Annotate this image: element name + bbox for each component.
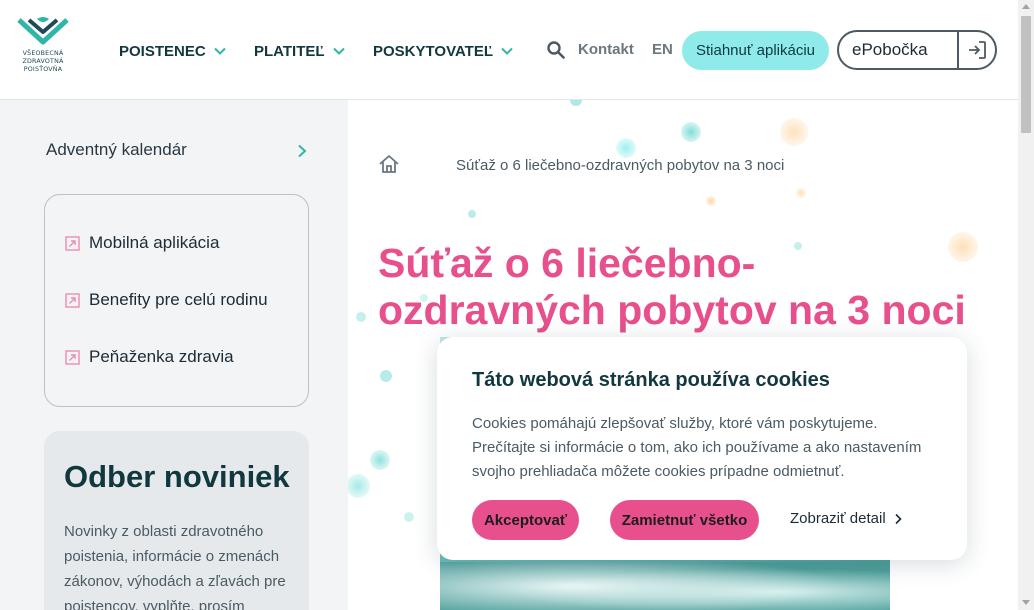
download-app-button[interactable]: Stiahnuť aplikáciu (682, 31, 829, 70)
external-link-icon (65, 235, 80, 251)
epobocka-login[interactable]: ePobočka (837, 30, 997, 70)
breadcrumb-current: Súťaž o 6 liečebno-ozdravných pobytov na… (456, 157, 785, 174)
cookie-detail-label: Zobraziť detail (790, 510, 886, 527)
decor-dot (570, 100, 582, 106)
reject-cookies-button[interactable]: Zamietnuť všetko (610, 500, 759, 540)
cookie-dialog: Táto webová stránka používa cookies Cook… (437, 337, 967, 560)
page-scrollbar[interactable] (1018, 0, 1034, 610)
nav-platitel-label: PLATITEĽ (254, 42, 325, 60)
link-label: Mobilná aplikácia (89, 233, 220, 252)
link-label: Peňaženka zdravia (89, 347, 234, 366)
vszp-logo[interactable]: VŠEOBECNÁ ZDRAVOTNÁ POISŤOVŇA (16, 16, 70, 82)
sidebar: Adventný kalendár Mobilná aplikácia Bene… (0, 100, 348, 610)
chevron-right-icon (895, 513, 902, 524)
cookie-text: Cookies pomáhajú zlepšovať služby, ktoré… (472, 415, 922, 480)
login-icon[interactable] (959, 32, 995, 68)
chevron-right-icon[interactable] (296, 144, 308, 158)
nav-poistenec-label: POISTENEC (119, 42, 206, 60)
accept-cookies-button[interactable]: Akceptovať (472, 500, 579, 540)
chevron-down-icon (213, 47, 226, 55)
nav-poskytovatel[interactable]: POSKYTOVATEĽ (373, 38, 513, 64)
scroll-down-arrow-icon[interactable] (1022, 600, 1030, 605)
newsletter-text: Novinky z oblasti zdravotného poistenia,… (64, 523, 286, 610)
decor-dot (796, 188, 806, 198)
decor-dot (468, 210, 476, 218)
quick-links-card: Mobilná aplikácia Benefity pre celú rodi… (44, 194, 309, 407)
decor-dot (380, 370, 392, 382)
cookie-detail-link[interactable]: Zobraziť detail (790, 510, 902, 527)
decor-dot (404, 512, 414, 522)
decor-dot (356, 312, 366, 322)
external-link-icon (65, 349, 80, 365)
cookie-title: Táto webová stránka používa cookies (472, 369, 830, 391)
page-title-line1: Súťaž o 6 liečebno- (378, 240, 756, 286)
logo-text: VŠEOBECNÁ ZDRAVOTNÁ POISŤOVŇA (22, 50, 64, 73)
advent-calendar-link[interactable]: Adventný kalendár (46, 140, 187, 160)
decor-dot (780, 118, 808, 146)
link-label: Benefity pre celú rodinu (89, 290, 268, 309)
scroll-up-arrow-icon[interactable] (1022, 4, 1030, 9)
nav-poistenec[interactable]: POISTENEC (119, 38, 226, 64)
epobocka-label: ePobočka (852, 40, 928, 59)
kontakt-link[interactable]: Kontakt (578, 41, 634, 58)
page-title-line2: ozdravných pobytov na 3 noci (378, 287, 966, 333)
link-family-benefits[interactable]: Benefity pre celú rodinu (65, 290, 268, 310)
decor-dot (616, 138, 636, 158)
home-icon[interactable] (378, 154, 400, 174)
hero-water (440, 562, 890, 610)
newsletter-title: Odber noviniek (64, 459, 290, 494)
decor-dot (348, 474, 370, 498)
site-header: VŠEOBECNÁ ZDRAVOTNÁ POISŤOVŇA POISTENEC … (0, 0, 1018, 100)
decor-dot (681, 122, 701, 142)
decor-dot (706, 196, 716, 206)
language-switch[interactable]: EN (652, 41, 673, 58)
decor-dot (370, 450, 390, 470)
chevron-down-icon (501, 47, 513, 55)
newsletter-card: Odber noviniek Novinky z oblasti zdravot… (44, 431, 309, 610)
external-link-icon (65, 292, 80, 308)
link-health-wallet[interactable]: Peňaženka zdravia (65, 347, 234, 367)
nav-poskytovatel-label: POSKYTOVATEĽ (373, 42, 494, 60)
chevron-down-icon (332, 47, 345, 55)
search-icon[interactable] (547, 41, 565, 59)
link-mobile-app[interactable]: Mobilná aplikácia (65, 233, 219, 253)
page-title: Súťaž o 6 liečebno- ozdravných pobytov n… (378, 240, 988, 334)
logo-mark-icon (17, 17, 69, 45)
scroll-thumb[interactable] (1021, 16, 1031, 133)
nav-platitel[interactable]: PLATITEĽ (254, 38, 345, 64)
